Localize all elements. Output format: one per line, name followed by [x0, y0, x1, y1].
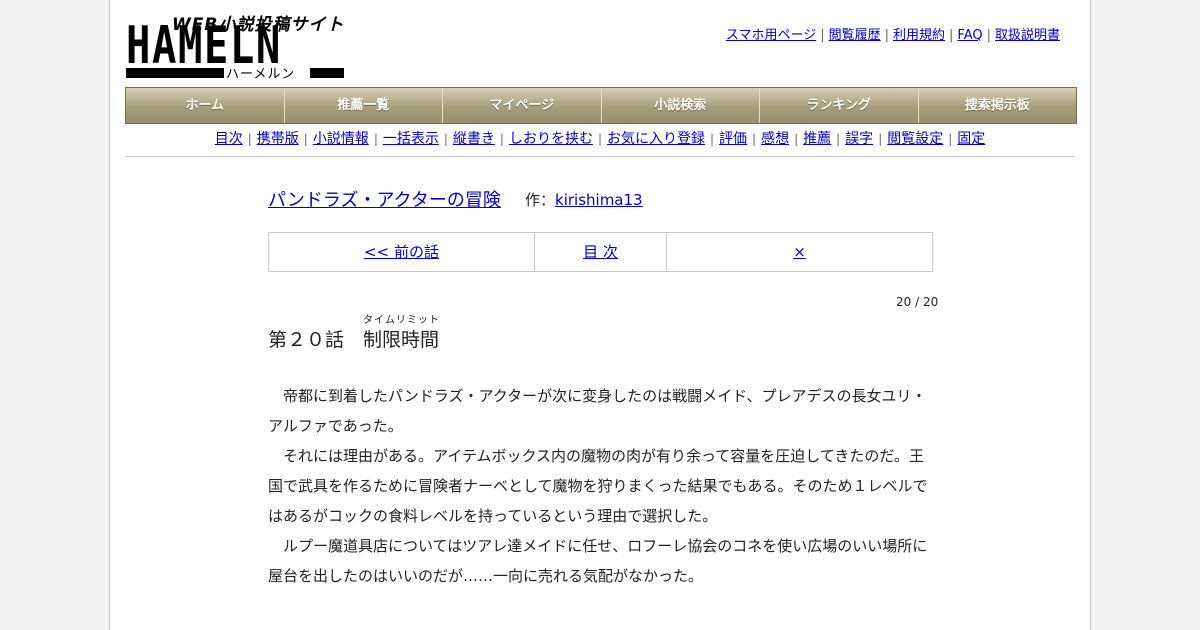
subnav-pin[interactable]: 固定 — [957, 131, 985, 147]
subnav-vertical[interactable]: 縦書き — [453, 131, 495, 147]
close-cell: × — [667, 233, 932, 271]
separator: | — [373, 132, 378, 146]
separator: | — [884, 28, 889, 43]
separator: | — [948, 132, 953, 146]
logo-kana: ハーメルン — [226, 67, 296, 82]
separator: | — [794, 132, 799, 146]
separator: | — [878, 132, 883, 146]
author-link[interactable]: kirishima13 — [555, 191, 643, 209]
page-counter: 20 / 20 — [896, 295, 939, 309]
subnav-recommend[interactable]: 推薦 — [803, 131, 831, 147]
body-paragraph: ルプー魔道具店についてはツアレ達メイドに任せ、ロフーレ協会のコネを使い広場のいい… — [268, 537, 928, 585]
nav-ranking[interactable]: ランキング — [760, 88, 919, 123]
header-links: スマホ用ページ | 閲覧履歴 | 利用規約 | FAQ | 取扱説明書 — [724, 24, 1062, 43]
main-nav: ホーム 推薦一覧 マイページ 小説検索 ランキング 捜索掲示板 — [125, 87, 1077, 124]
close-link[interactable]: × — [793, 243, 806, 261]
prev-chapter-link[interactable]: << 前の話 — [364, 243, 439, 261]
page-container: WEB小説投稿サイト HAMELN ハーメルン スマホ用ページ | 閲覧履歴 | 利用規… — [109, 0, 1091, 630]
smartphone-page-link[interactable]: スマホ用ページ — [726, 28, 816, 43]
chapter-title: 第２０話 タイムリミット制限時間 — [268, 315, 440, 352]
faq-link[interactable]: FAQ — [957, 28, 982, 43]
separator: | — [499, 132, 504, 146]
logo-bar-left — [126, 68, 224, 78]
body-paragraph: 帝都に到着したパンドラズ・アクターが次に変身したのは戦闘メイド、プレアデスの長女… — [268, 387, 927, 435]
author-line: 作：kirishima13 — [525, 189, 643, 210]
separator: | — [820, 28, 825, 43]
separator: | — [752, 132, 757, 146]
body-paragraph: それには理由がある。アイテムボックス内の魔物の肉が有り余って容量を圧迫してきたの… — [268, 447, 928, 525]
separator: | — [836, 132, 841, 146]
subnav-view-settings[interactable]: 閲覧設定 — [887, 131, 943, 147]
site-logo[interactable]: WEB小説投稿サイト HAMELN ハーメルン — [126, 10, 346, 82]
terms-link[interactable]: 利用規約 — [893, 28, 945, 43]
subnav-favorite[interactable]: お気に入り登録 — [607, 131, 705, 147]
separator: | — [949, 28, 954, 43]
manual-link[interactable]: 取扱説明書 — [995, 28, 1060, 43]
toc-cell: 目 次 — [535, 233, 667, 271]
author-prefix: 作： — [525, 191, 556, 209]
separator: | — [710, 132, 715, 146]
subnav-bookmark[interactable]: しおりを挟む — [509, 131, 593, 147]
prev-chapter-cell: << 前の話 — [269, 233, 535, 271]
separator: | — [597, 132, 602, 146]
chapter-title-word: タイムリミット制限時間 — [363, 315, 440, 352]
subnav-toc[interactable]: 目次 — [215, 131, 243, 147]
novel-title-link[interactable]: パンドラズ・アクターの冒険 — [268, 186, 501, 212]
subnav-mobile[interactable]: 携帯版 — [257, 131, 299, 147]
separator: | — [303, 132, 308, 146]
subnav-rating[interactable]: 評価 — [719, 131, 747, 147]
nav-search-board[interactable]: 捜索掲示板 — [919, 88, 1077, 123]
chapter-nav: << 前の話 目 次 × — [268, 232, 933, 272]
toc-link[interactable]: 目 次 — [583, 243, 618, 261]
sub-nav: 目次 | 携帯版 | 小説情報 | 一括表示 | 縦書き | しおりを挟む | お気に入り登録 | 評価 | 感… — [125, 122, 1075, 157]
logo-bar-right — [310, 68, 344, 78]
subnav-typo[interactable]: 誤字 — [845, 131, 873, 147]
separator: | — [986, 28, 991, 43]
chapter-title-ruby: タイムリミット — [363, 315, 440, 326]
subnav-novel-info[interactable]: 小説情報 — [313, 131, 369, 147]
separator: | — [247, 132, 252, 146]
subnav-review[interactable]: 感想 — [761, 131, 789, 147]
history-link[interactable]: 閲覧履歴 — [829, 28, 881, 43]
chapter-body: 帝都に到着したパンドラズ・アクターが次に変身したのは戦闘メイド、プレアデスの長女… — [268, 381, 931, 591]
subnav-show-all[interactable]: 一括表示 — [383, 131, 439, 147]
separator: | — [443, 132, 448, 146]
nav-recommendations[interactable]: 推薦一覧 — [285, 88, 443, 123]
chapter-number: 第２０話 — [268, 329, 345, 351]
nav-novel-search[interactable]: 小説検索 — [602, 88, 760, 123]
nav-home[interactable]: ホーム — [126, 88, 285, 123]
chapter-title-text: 制限時間 — [363, 329, 440, 351]
nav-mypage[interactable]: マイページ — [443, 88, 602, 123]
